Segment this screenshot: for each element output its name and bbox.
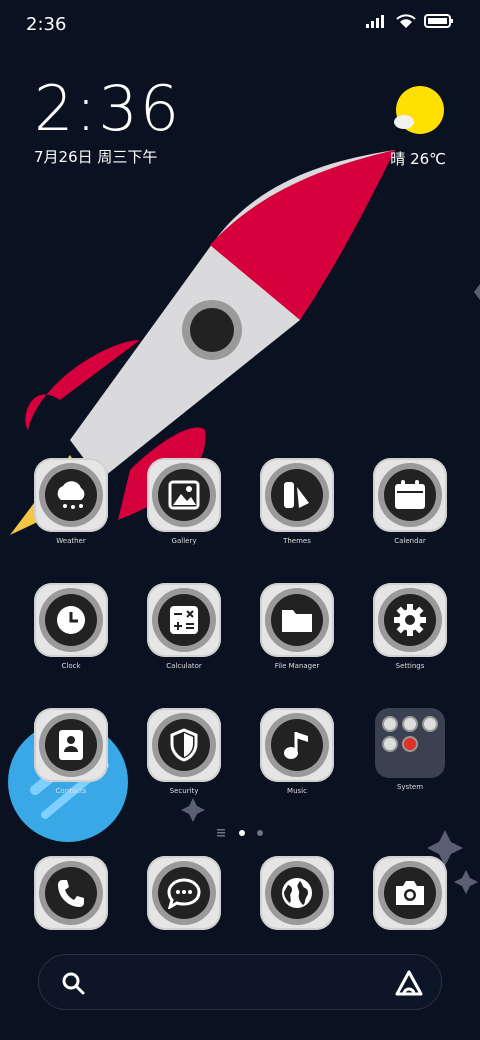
- status-bar: 2:36: [0, 0, 480, 50]
- app-themes[interactable]: Themes: [252, 458, 342, 545]
- weather-widget[interactable]: 晴 26℃: [390, 84, 446, 169]
- app-tile: [373, 583, 447, 657]
- camera-icon: [396, 881, 424, 905]
- app-tile: [147, 708, 221, 782]
- app-calculator[interactable]: Calculator: [139, 583, 229, 670]
- app-label: Security: [169, 787, 199, 795]
- message-icon: [167, 878, 201, 909]
- mini-app-icon: [402, 736, 418, 752]
- app-label: Themes: [283, 537, 311, 545]
- mini-app-icon: [382, 736, 398, 752]
- app-system-folder[interactable]: System: [365, 708, 455, 791]
- app-calendar[interactable]: Calendar: [365, 458, 455, 545]
- widget-time: 2:36: [34, 72, 182, 145]
- app-security[interactable]: Security: [139, 708, 229, 795]
- list-view-icon[interactable]: [217, 829, 227, 837]
- search-icon[interactable]: [61, 971, 85, 995]
- app-label: Contacts: [55, 787, 87, 795]
- app-label: Weather: [56, 537, 86, 545]
- app-tile: [260, 458, 334, 532]
- app-tile: [260, 708, 334, 782]
- app-label: System: [396, 783, 424, 791]
- page-dot-1[interactable]: [239, 830, 245, 836]
- widget-date: 7月26日 周三下午: [34, 148, 158, 166]
- app-label: File Manager: [274, 662, 320, 670]
- app-label: Calendar: [394, 537, 426, 545]
- dock-camera[interactable]: [365, 856, 455, 930]
- themes-icon: [284, 482, 309, 508]
- clock-widget[interactable]: 2:36 7月26日 周三下午: [34, 78, 181, 167]
- calculator-icon: [170, 606, 198, 634]
- app-tile: [373, 856, 447, 930]
- folder-grid-icon: [375, 708, 445, 778]
- signal-icon: [366, 15, 384, 28]
- sun-cloud-icon: [394, 86, 444, 134]
- mini-app-icon: [402, 716, 418, 732]
- contacts-icon: [59, 730, 83, 760]
- app-tile: [260, 583, 334, 657]
- assistant-icon[interactable]: [395, 969, 423, 997]
- app-tile: [34, 856, 108, 930]
- dock-messages[interactable]: [139, 856, 229, 930]
- folder-icon: [282, 610, 312, 632]
- mini-app-icon: [422, 716, 438, 732]
- app-clock[interactable]: Clock: [26, 583, 116, 670]
- app-label: Clock: [61, 662, 81, 670]
- mini-app-icon: [382, 716, 398, 732]
- app-contacts[interactable]: Contacts: [26, 708, 116, 795]
- app-label: Settings: [395, 662, 425, 670]
- app-settings[interactable]: Settings: [365, 583, 455, 670]
- app-music[interactable]: Music: [252, 708, 342, 795]
- app-tile: [34, 583, 108, 657]
- app-weather[interactable]: Weather: [26, 458, 116, 545]
- app-label: Calculator: [166, 662, 202, 670]
- page-dot-2[interactable]: [257, 830, 263, 836]
- calendar-icon: [395, 480, 425, 509]
- clock-icon: [57, 606, 85, 634]
- app-file-manager[interactable]: File Manager: [252, 583, 342, 670]
- page-indicator[interactable]: [0, 829, 480, 837]
- weather-text: 晴 26℃: [390, 150, 446, 168]
- gear-icon: [394, 604, 426, 636]
- app-tile: [260, 856, 334, 930]
- app-label: Gallery: [171, 537, 197, 545]
- app-tile: [373, 458, 447, 532]
- status-icons: [366, 14, 454, 28]
- app-label: Music: [287, 787, 307, 795]
- dock-phone[interactable]: [26, 856, 116, 930]
- wifi-icon: [396, 14, 416, 28]
- app-tile: [147, 583, 221, 657]
- app-gallery[interactable]: Gallery: [139, 458, 229, 545]
- status-time: 2:36: [26, 14, 67, 35]
- phone-icon: [58, 880, 84, 907]
- music-note-icon: [284, 732, 308, 759]
- app-tile: [147, 458, 221, 532]
- search-bar[interactable]: [38, 954, 442, 1010]
- shield-icon: [170, 728, 198, 762]
- cloud-snow-icon: [57, 481, 85, 509]
- globe-icon: [282, 878, 312, 908]
- app-tile: [34, 708, 108, 782]
- dock-browser[interactable]: [252, 856, 342, 930]
- app-tile: [147, 856, 221, 930]
- app-tile: [34, 458, 108, 532]
- battery-icon: [424, 14, 453, 28]
- image-icon: [168, 480, 200, 510]
